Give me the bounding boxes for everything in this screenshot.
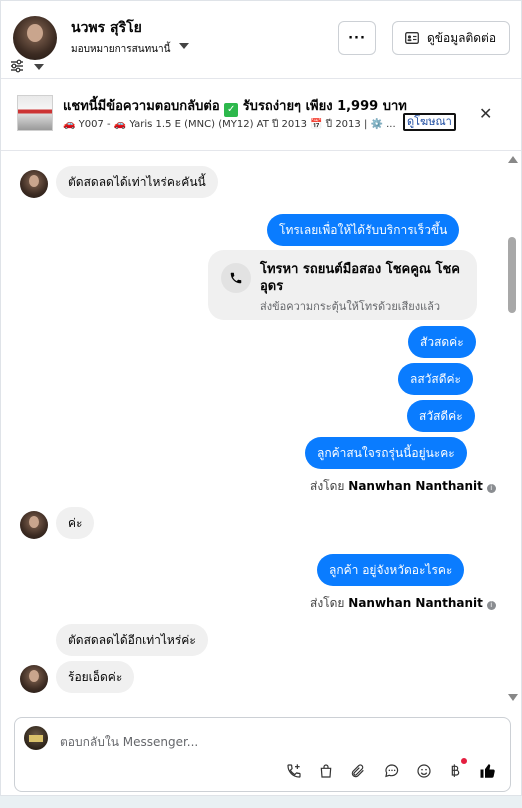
view-contact-button[interactable]: ดูข้อมูลติดต่อ — [392, 21, 510, 55]
scroll-up-arrow[interactable] — [508, 156, 518, 163]
emoji-icon[interactable] — [415, 762, 433, 780]
sent-by-name: Nanwhan Nanthanit — [348, 479, 483, 493]
close-icon[interactable]: ✕ — [479, 104, 492, 123]
outgoing-message: สวัสดีค่ะ — [407, 400, 475, 432]
reply-input[interactable]: ตอบกลับใน Messenger... — [60, 733, 198, 752]
notification-dot — [461, 758, 467, 764]
chevron-down-icon[interactable] — [34, 64, 44, 70]
avatar[interactable] — [20, 511, 48, 539]
attachment-icon[interactable] — [349, 762, 367, 780]
shopping-bag-icon[interactable] — [317, 762, 335, 780]
sent-by-prefix: ส่งโดย — [310, 596, 345, 610]
ad-subtitle: 🚗 Y007 - 🚗 Yaris 1.5 E (MNC) (MY12) AT ป… — [63, 119, 396, 130]
info-icon[interactable]: i — [486, 484, 496, 493]
assign-conversation-dropdown[interactable]: มอบหมายการสนทนานี้ — [71, 42, 170, 57]
sent-by-label: ส่งโดย Nanwhan Nanthanit i — [310, 594, 496, 613]
sliders-icon[interactable] — [10, 59, 24, 73]
page-avatar — [24, 726, 48, 750]
messenger-panel: นวพร สุริโย มอบหมายการสนทนานี้ ··· ดูข้อ… — [0, 0, 522, 796]
contact-card-icon — [405, 32, 419, 44]
incoming-message: ตัดสดลดได้เท่าไหร่คะคันนี้ — [56, 166, 218, 198]
reply-composer: ตอบกลับใน Messenger... — [14, 717, 511, 792]
ad-thumbnail — [17, 95, 53, 131]
outgoing-message: ลูกค้าสนใจรถรุ่นนี้อยู่นะคะ — [305, 437, 467, 469]
call-card-title: โทรหา รถยนต์มือสอง โชคคูณ โชค อุดร — [260, 262, 461, 294]
sent-by-prefix: ส่งโดย — [310, 479, 345, 493]
incoming-message: ร้อยเอ็ดค่ะ — [56, 661, 135, 693]
more-options-button[interactable]: ··· — [338, 21, 376, 55]
contact-name[interactable]: นวพร สุริโย — [71, 17, 142, 39]
incoming-message: ค่ะ — [56, 507, 95, 539]
ad-title: แชทนี้มีข้อความตอบกลับต่อ ✓ รับรถง่ายๆ เ… — [63, 95, 407, 117]
saved-reply-icon[interactable] — [383, 762, 401, 780]
contact-avatar[interactable] — [13, 16, 57, 60]
thumbs-up-icon[interactable] — [479, 762, 497, 780]
scrollbar[interactable] — [506, 151, 521, 706]
outgoing-message: ลูกค้า อยู่จังหวัดอะไรคะ — [317, 554, 465, 586]
chevron-down-icon[interactable] — [179, 43, 189, 49]
ad-title-tail: รับรถง่ายๆ เพียง 1,999 บาท — [242, 99, 407, 114]
outgoing-message: ลสวัสดีค่ะ — [398, 363, 474, 395]
outgoing-message: สัวสดค่ะ — [408, 326, 476, 358]
sent-by-name: Nanwhan Nanthanit — [348, 596, 483, 610]
baht-payment-icon[interactable] — [446, 762, 464, 780]
ad-title-text: แชทนี้มีข้อความตอบกลับต่อ — [63, 99, 220, 114]
sent-by-label: ส่งโดย Nanwhan Nanthanit i — [310, 477, 496, 496]
incoming-message: ตัดสดลดได้อีกเท่าไหร่ค่ะ — [56, 624, 208, 656]
info-icon[interactable]: i — [486, 601, 496, 610]
outgoing-message: โทรเลยเพื่อให้ได้รับบริการเร็วขึ้น — [267, 214, 460, 246]
check-icon: ✓ — [224, 103, 239, 117]
avatar[interactable] — [20, 170, 48, 198]
scroll-down-arrow[interactable] — [508, 694, 518, 701]
scrollbar-thumb[interactable] — [508, 237, 516, 313]
avatar[interactable] — [20, 665, 48, 693]
call-add-icon[interactable] — [285, 762, 303, 780]
call-card-subtitle: ส่งข้อความกระตุ้นให้โทรด้วยเสียงแล้ว — [260, 300, 441, 313]
view-contact-label: ดูข้อมูลติดต่อ — [427, 30, 497, 45]
phone-icon — [221, 263, 251, 293]
call-request-card[interactable]: โทรหา รถยนต์มือสอง โชคคูณ โชค อุดร ส่งข้… — [208, 250, 477, 320]
view-ad-link[interactable]: ดูโฆษณา — [403, 113, 456, 131]
